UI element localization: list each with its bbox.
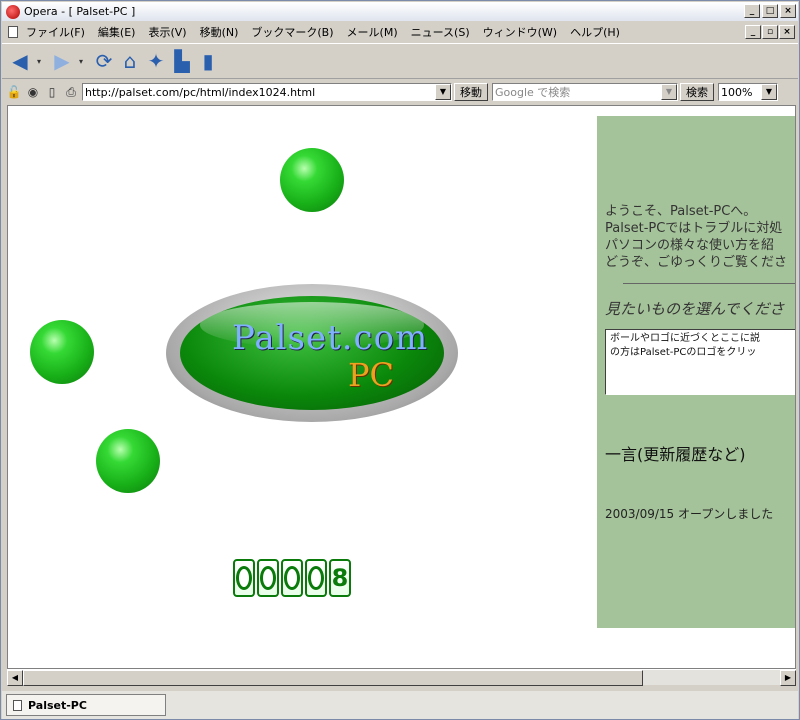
zoom-field[interactable]: 100% ▼ (718, 83, 778, 101)
print-icon[interactable]: ▙ (170, 48, 194, 74)
scroll-right-icon[interactable]: ▶ (780, 670, 796, 686)
counter-digit: 0 (305, 559, 327, 597)
search-button[interactable]: 検索 (680, 83, 714, 101)
browser-window: Opera - [ Palset-PC ] _ □ × ファイル(F) 編集(E… (0, 0, 800, 720)
welcome-line: パソコンの様々な使い方を紹 (605, 238, 775, 253)
scroll-thumb[interactable] (23, 670, 643, 686)
url-text: http://palset.com/pc/html/index1024.html (85, 85, 316, 99)
tab-bar: Palset-PC (2, 691, 798, 719)
security-lock-icon[interactable]: 🔓 (6, 84, 22, 100)
scroll-left-icon[interactable]: ◀ (7, 670, 23, 686)
toolbar: ◀ ▾ ▶ ▾ ⟳ ⌂ ✦ ▙ ▮ (2, 43, 798, 79)
camera-icon[interactable]: ◉ (25, 84, 41, 100)
note-icon[interactable]: ▮ (196, 48, 220, 74)
logo-title: Palset.com (232, 318, 429, 358)
page-tab-label: Palset-PC (28, 698, 87, 712)
counter-digit: 0 (257, 559, 279, 597)
counter-digit: 8 (329, 559, 351, 597)
back-history-dropdown-icon[interactable]: ▾ (34, 48, 44, 74)
window-title: Opera - [ Palset-PC ] (24, 5, 136, 18)
minimize-button[interactable]: _ (744, 4, 760, 18)
hotlist-icon[interactable]: ✦ (144, 48, 168, 74)
search-placeholder: Google で検索 (495, 86, 571, 99)
close-button[interactable]: × (780, 4, 796, 18)
welcome-line: ようこそ、Palset-PCへ。 (605, 204, 757, 219)
home-icon[interactable]: ⌂ (118, 48, 142, 74)
go-button[interactable]: 移動 (454, 83, 488, 101)
mdi-close-button[interactable]: × (779, 25, 795, 39)
zoom-value: 100% (721, 85, 753, 99)
search-field[interactable]: Google で検索 ▼ (492, 83, 678, 101)
menu-news[interactable]: ニュース(S) (411, 24, 470, 40)
welcome-line: どうぞ、ごゆっくりご覧くださ (605, 255, 788, 270)
info-line: の方はPalset-PCのロゴをクリッ (610, 347, 757, 358)
divider (623, 283, 795, 284)
back-icon[interactable]: ◀ (8, 48, 32, 74)
opera-logo-icon (6, 4, 20, 19)
choose-heading: 見たいものを選んでくださ (605, 300, 785, 318)
menu-file[interactable]: ファイル(F) (26, 24, 85, 40)
counter-digit: 0 (281, 559, 303, 597)
info-line: ボールやロゴに近づくとここに説 (610, 333, 760, 344)
welcome-line: Palset-PCではトラブルに対処 (605, 221, 783, 236)
horizontal-scrollbar[interactable]: ◀ ▶ (7, 669, 796, 686)
sidebar-panel: ようこそ、Palset-PCへ。 Palset-PCではトラブルに対処 パソコン… (597, 116, 795, 628)
history-entry: 2003/09/15 オープンしました (605, 507, 774, 521)
menu-edit[interactable]: 編集(E) (98, 24, 136, 40)
menu-view[interactable]: 表示(V) (148, 24, 186, 40)
url-field[interactable]: http://palset.com/pc/html/index1024.html… (82, 83, 452, 101)
palset-logo[interactable]: Palset.com PC (166, 284, 458, 422)
zoom-dropdown-icon[interactable]: ▼ (761, 84, 777, 100)
page-tab[interactable]: Palset-PC (6, 694, 166, 716)
history-heading: 一言(更新履歴など) (605, 445, 746, 464)
page-icon[interactable]: ▯ (44, 84, 60, 100)
search-dropdown-icon[interactable]: ▼ (661, 84, 677, 100)
menu-help[interactable]: ヘルプ(H) (570, 24, 620, 40)
mdi-minimize-button[interactable]: _ (745, 25, 761, 39)
reload-icon[interactable]: ⟳ (92, 48, 116, 74)
mdi-restore-button[interactable]: ▫ (762, 25, 778, 39)
info-textbox[interactable]: ボールやロゴに近づくとここに説 の方はPalset-PCのロゴをクリッ (605, 329, 795, 395)
forward-icon[interactable]: ▶ (50, 48, 74, 74)
url-dropdown-icon[interactable]: ▼ (435, 84, 451, 100)
page-viewport: Palset.com PC 0 0 0 0 8 ようこそ、Palset-PCへ。… (7, 105, 796, 669)
logo-subtitle: PC (348, 356, 395, 394)
menu-bookmarks[interactable]: ブックマーク(B) (251, 24, 333, 40)
title-bar: Opera - [ Palset-PC ] _ □ × (2, 2, 798, 21)
print-preview-icon[interactable]: ⎙ (63, 84, 79, 100)
document-icon (8, 26, 18, 38)
menu-navigate[interactable]: 移動(N) (200, 24, 239, 40)
menu-window[interactable]: ウィンドウ(W) (483, 24, 557, 40)
green-ball-left[interactable] (30, 320, 94, 384)
forward-history-dropdown-icon[interactable]: ▾ (76, 48, 86, 74)
counter-digit: 0 (233, 559, 255, 597)
page-tab-icon (13, 699, 22, 711)
maximize-button[interactable]: □ (762, 4, 778, 18)
address-bar: 🔓 ◉ ▯ ⎙ http://palset.com/pc/html/index1… (2, 81, 798, 103)
menu-mail[interactable]: メール(M) (347, 24, 398, 40)
green-ball-top[interactable] (280, 148, 344, 212)
green-ball-bottom[interactable] (96, 429, 160, 493)
visitor-counter: 0 0 0 0 8 (233, 559, 351, 597)
menu-bar: ファイル(F) 編集(E) 表示(V) 移動(N) ブックマーク(B) メール(… (2, 22, 798, 42)
